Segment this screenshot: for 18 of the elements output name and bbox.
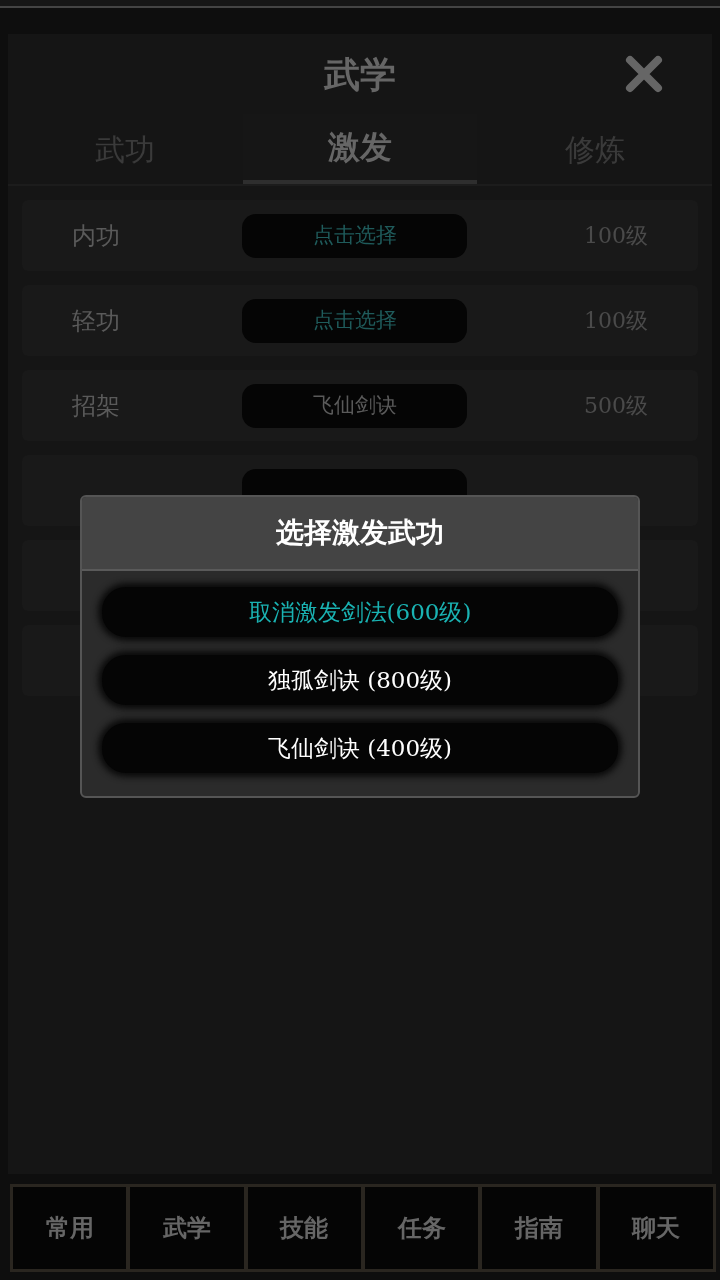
option-button[interactable]: 独孤剑诀 (800级) [102, 655, 618, 705]
option-button[interactable]: 飞仙剑诀 (400级) [102, 723, 618, 773]
nav-button[interactable]: 技能 [247, 1187, 361, 1269]
nav-button[interactable]: 武学 [130, 1187, 244, 1269]
select-button[interactable]: 点击选择 [242, 213, 467, 258]
dialog-title: 选择激发武功 [276, 515, 444, 551]
nav-button[interactable]: 任务 [365, 1187, 479, 1269]
nav-button[interactable]: 聊天 [599, 1187, 713, 1269]
page-title: 武学 [324, 52, 396, 97]
select-button[interactable]: 飞仙剑诀 [242, 383, 467, 428]
skill-slot-label: 轻功 [72, 305, 121, 337]
nav-button[interactable]: 常用 [13, 1187, 127, 1269]
select-button[interactable]: 点击选择 [242, 298, 467, 343]
nav-button[interactable]: 指南 [482, 1187, 596, 1269]
option-button[interactable]: 取消激发剑法(600级) [102, 587, 618, 637]
skill-slot-label: 内功 [72, 220, 121, 252]
close-icon[interactable] [624, 54, 664, 94]
skill-slot-label: 招架 [72, 390, 121, 422]
